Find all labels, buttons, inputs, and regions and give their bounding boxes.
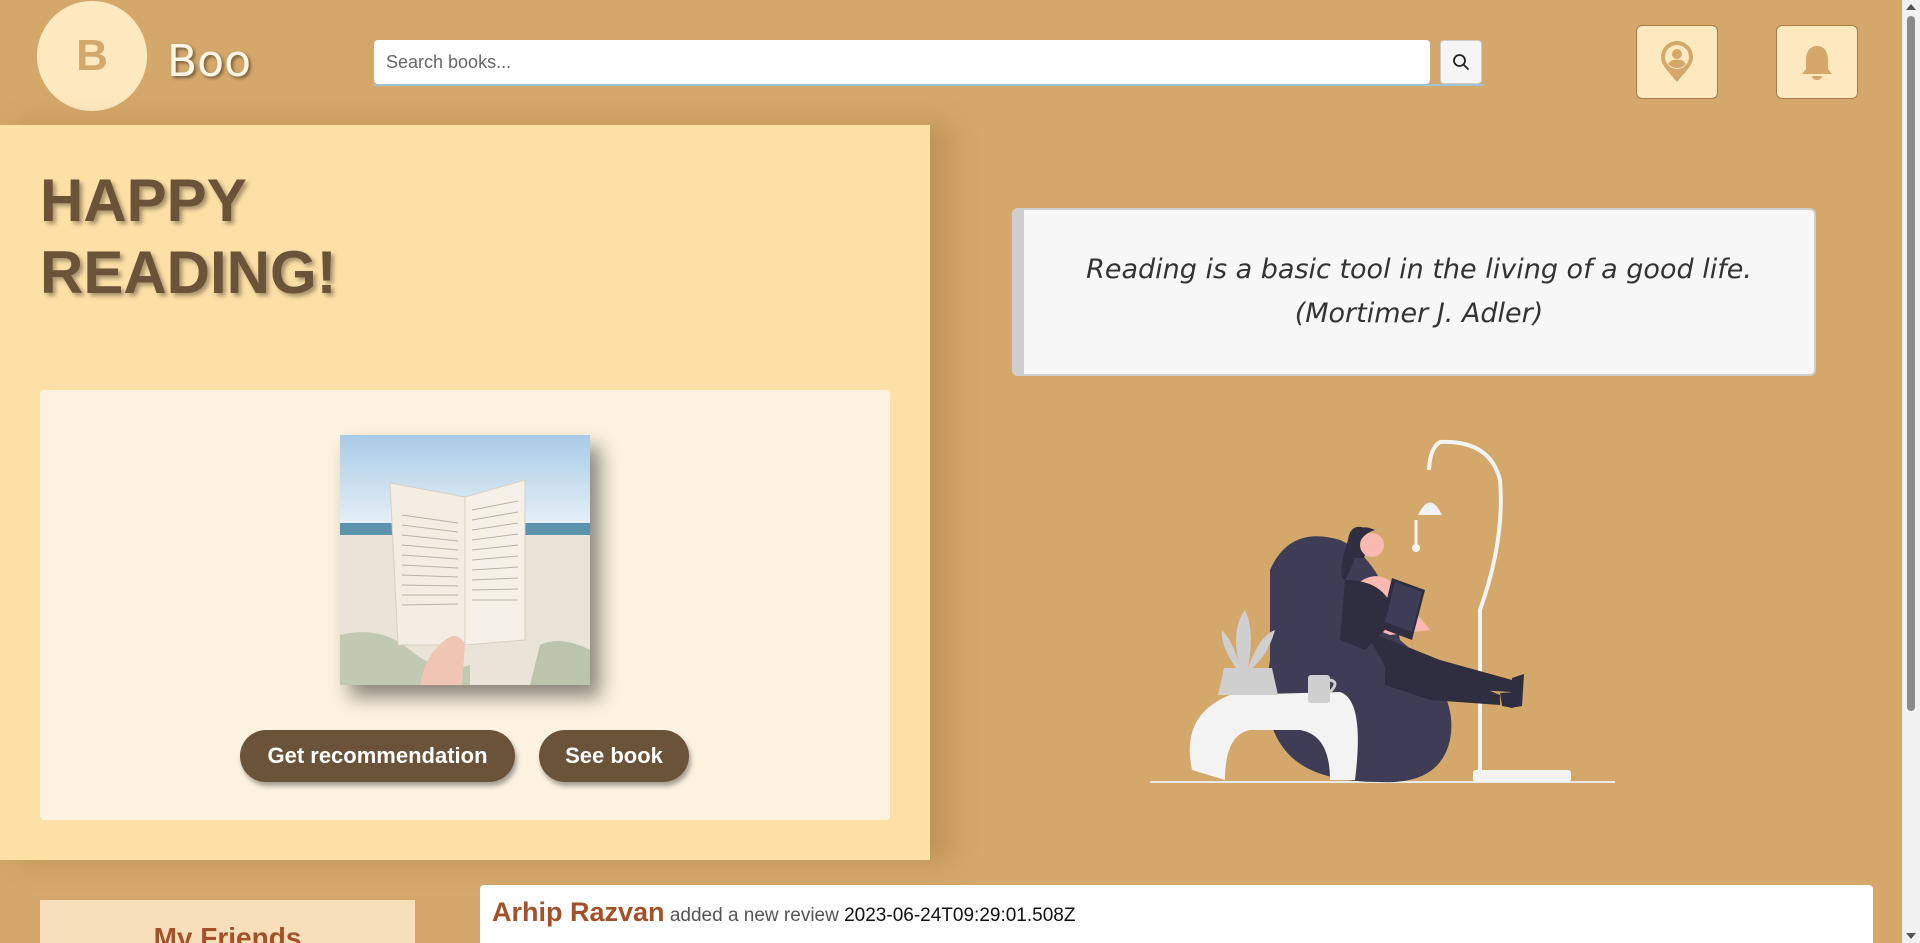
reading-woman-illustration [1150,439,1615,783]
quote-box: Reading is a basic tool in the living of… [1012,208,1816,376]
hero-title: HAPPY READING! [40,167,337,306]
book-cover-image[interactable] [340,435,590,685]
notifications-button[interactable] [1776,25,1858,99]
logo-letter: B [76,31,108,80]
feed-timestamp: 2023-06-24T09:29:01.508Z [844,905,1076,926]
scroll-thumb[interactable] [1907,16,1915,711]
feed-action: added a new review [669,905,839,926]
location-user-icon [1661,41,1693,82]
feed-user-link[interactable]: Arhip Razvan [492,897,665,927]
logo[interactable]: B [37,1,147,111]
feed-item: Arhip Razvan added a new review 2023-06-… [480,885,1873,943]
bell-icon [1802,46,1832,80]
see-book-button[interactable]: See book [539,730,689,782]
recommendation-card: Get recommendation See book [40,390,890,820]
search-bar [374,40,1484,86]
page-scrollbar[interactable] [1902,0,1920,943]
friends-title: My Friends [153,922,302,943]
friends-panel: My Friends [40,900,415,943]
quote-text: Reading is a basic tool in the living of… [1086,254,1752,329]
scroll-up-arrow-icon[interactable] [1906,4,1916,10]
scroll-down-arrow-icon[interactable] [1906,933,1916,939]
header: B Boo [0,0,1902,125]
get-recommendation-button[interactable]: Get recommendation [240,730,515,782]
search-input[interactable] [374,40,1430,84]
hero-section: HAPPY READING! Get recommendation See bo… [0,125,930,860]
search-icon [1453,54,1469,70]
location-button[interactable] [1636,25,1718,99]
brand-name: Boo [167,36,252,87]
search-button[interactable] [1440,40,1482,84]
open-book-photo [340,435,590,685]
